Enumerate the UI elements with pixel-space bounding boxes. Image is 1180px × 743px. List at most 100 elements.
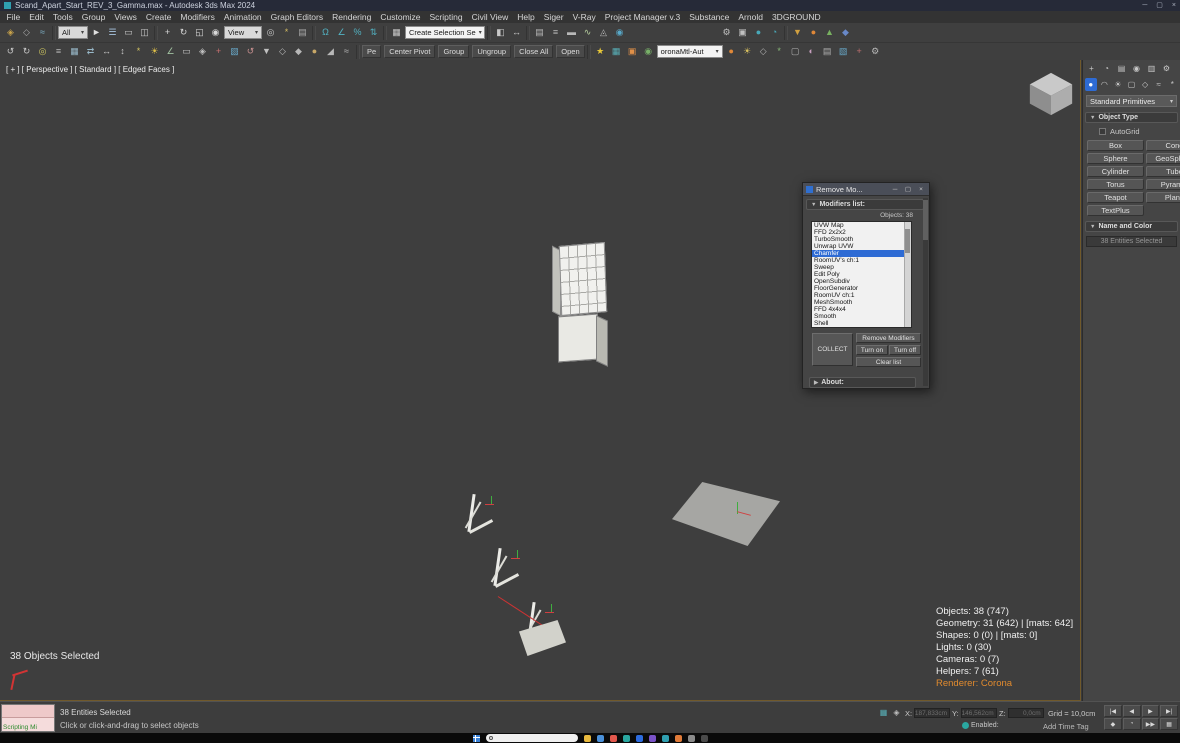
relax-tool-icon[interactable]: ≈	[339, 44, 354, 59]
dialog-minimize-button[interactable]: ─	[890, 186, 900, 193]
mirror-icon[interactable]: ◧	[493, 25, 508, 40]
listener-pane[interactable]: Scripting Mi	[2, 718, 54, 731]
light-lister-icon[interactable]: ☀	[740, 44, 755, 59]
menu-item[interactable]: Animation	[219, 12, 266, 22]
max-app-icon[interactable]	[661, 734, 669, 742]
material-editor-icon[interactable]: ◉	[612, 25, 627, 40]
cleanup-tool-icon[interactable]: +	[852, 44, 867, 59]
modifier-list-item[interactable]: OpenSubdiv	[812, 278, 904, 285]
settings-gear-icon[interactable]: ⚙	[868, 44, 883, 59]
normal-align-icon[interactable]: ↕	[115, 44, 130, 59]
place-highlight-icon[interactable]: *	[131, 44, 146, 59]
close-all-button[interactable]: Close All	[514, 45, 554, 58]
menu-item[interactable]: Project Manager v.3	[600, 12, 684, 22]
app-icon-dark[interactable]	[700, 734, 708, 742]
open-button[interactable]: Open	[556, 45, 585, 58]
scene-explorer-icon[interactable]: ▤	[532, 25, 547, 40]
primitive-button[interactable]: Sphere	[1087, 153, 1144, 164]
uvw-map-icon[interactable]: ▧	[227, 44, 242, 59]
menu-item[interactable]: File	[2, 12, 25, 22]
dialog-title-bar[interactable]: Remove Mo... ─ ▢ ×	[803, 183, 929, 196]
y-coordinate-field[interactable]: 146,562cm	[960, 708, 997, 718]
menu-item[interactable]: Modifiers	[176, 12, 219, 22]
isolate-selection-icon[interactable]: ◎	[35, 44, 50, 59]
script-runner-icon[interactable]: ▤	[820, 44, 835, 59]
menu-item[interactable]: 3DGROUND	[767, 12, 825, 22]
modifier-list-item[interactable]: RoomUV's ch:1	[812, 257, 904, 264]
primitive-button[interactable]: Tube	[1146, 166, 1180, 177]
time-config-button[interactable]: ◔	[1122, 718, 1141, 730]
helpers-category[interactable]: ◇	[1139, 78, 1151, 91]
spinner-snap-icon[interactable]: ⇅	[366, 25, 381, 40]
turn-off-button[interactable]: Turn off	[889, 345, 921, 355]
menu-item[interactable]: Arnold	[734, 12, 768, 22]
bind-to-space-warp-icon[interactable]: ≈	[35, 25, 50, 40]
scrollbar-thumb[interactable]	[905, 229, 910, 253]
primitive-button[interactable]: Teapot	[1087, 192, 1144, 203]
minimize-button[interactable]: ─	[1142, 0, 1147, 11]
grid-toggle-icon[interactable]: ▦	[609, 44, 624, 59]
use-pivot-center-icon[interactable]: ◎	[263, 25, 278, 40]
render-region-icon[interactable]: ▣	[625, 44, 640, 59]
ungroup-button[interactable]: Ungroup	[472, 45, 512, 58]
schematic-view-icon[interactable]: ◬	[596, 25, 611, 40]
cameras-category[interactable]: ▢	[1126, 78, 1138, 91]
percent-snap-icon[interactable]: %	[350, 25, 365, 40]
weld-icon[interactable]: ●	[307, 44, 322, 59]
corona-converter-icon[interactable]: ●	[724, 44, 739, 59]
layer-explorer-icon[interactable]: ≡	[548, 25, 563, 40]
truss-object-2[interactable]	[490, 547, 520, 588]
primitive-button[interactable]: Pyramid	[1146, 179, 1180, 190]
primitives-category-dropdown[interactable]: Standard Primitives ▾	[1086, 95, 1177, 107]
selected-slab-object[interactable]	[519, 620, 566, 656]
attach-icon[interactable]: ◆	[291, 44, 306, 59]
menu-item[interactable]: Siger	[539, 12, 568, 22]
menu-item[interactable]: Help	[513, 12, 539, 22]
center-pivot-button[interactable]: Center Pivot	[384, 45, 436, 58]
app-icon-gray[interactable]	[687, 734, 695, 742]
enabled-toggle[interactable]: Enabled:	[962, 722, 999, 729]
proxy-export-icon[interactable]: ◇	[756, 44, 771, 59]
keyboard-override-icon[interactable]: ▤	[295, 25, 310, 40]
menu-item[interactable]: V-Ray	[568, 12, 600, 22]
select-similar-icon[interactable]: ◈	[195, 44, 210, 59]
select-and-manipulate-icon[interactable]: *	[279, 25, 294, 40]
select-and-move-icon[interactable]: +	[160, 25, 175, 40]
display-tab[interactable]: ▥	[1145, 62, 1158, 75]
create-tab[interactable]: +	[1085, 62, 1098, 75]
named-selection-set-dropdown[interactable]: Create Selection Se ▾	[405, 26, 485, 39]
primitive-button[interactable]: Plane	[1146, 192, 1180, 203]
modifier-list-item[interactable]: Unwrap UVW	[812, 243, 904, 250]
start-button-icon[interactable]	[472, 734, 480, 742]
truss-object-1[interactable]	[464, 493, 494, 534]
pe-button[interactable]: Pe	[362, 45, 382, 58]
name-color-rollout[interactable]: ▼ Name and Color	[1085, 221, 1178, 232]
view-cube[interactable]	[1028, 72, 1074, 116]
dialog-close-button[interactable]: ×	[916, 186, 926, 193]
play-button[interactable]: ▶	[1141, 705, 1160, 717]
mute-button[interactable]: ▦	[1160, 718, 1178, 730]
primitive-button[interactable]: Cone	[1146, 140, 1180, 151]
select-and-place-icon[interactable]: ◉	[208, 25, 223, 40]
layer-manager-icon[interactable]: ≡	[51, 44, 66, 59]
reset-xform-icon[interactable]: ↺	[243, 44, 258, 59]
edit-named-selections-icon[interactable]: ▦	[389, 25, 404, 40]
primitive-button[interactable]: Cylinder	[1087, 166, 1144, 177]
listbox-scrollbar[interactable]	[904, 222, 911, 327]
box-object-side[interactable]	[596, 315, 608, 367]
modifier-list-item[interactable]: Edit Poly	[812, 271, 904, 278]
macro-recorder-pane[interactable]	[2, 705, 54, 718]
modifiers-list-rollout[interactable]: ▼ Modifiers list:	[806, 199, 924, 210]
remove-modifiers-button[interactable]: Remove Modifiers	[856, 333, 921, 343]
primitive-button[interactable]: GeoSphere	[1146, 153, 1180, 164]
menu-item[interactable]: Rendering	[328, 12, 376, 22]
photos-app-icon[interactable]	[648, 734, 656, 742]
box-object[interactable]	[558, 313, 598, 363]
plane-object[interactable]	[672, 482, 780, 546]
modifier-list-item[interactable]: TurboSmooth	[812, 236, 904, 243]
primitive-button[interactable]: TextPlus	[1087, 205, 1144, 216]
menu-item[interactable]: Edit	[25, 12, 49, 22]
menu-item[interactable]: Tools	[48, 12, 77, 22]
viewport-label[interactable]: [ + ] [ Perspective ] [ Standard ] [ Edg…	[6, 65, 174, 74]
shapes-category[interactable]: ◠	[1099, 78, 1111, 91]
